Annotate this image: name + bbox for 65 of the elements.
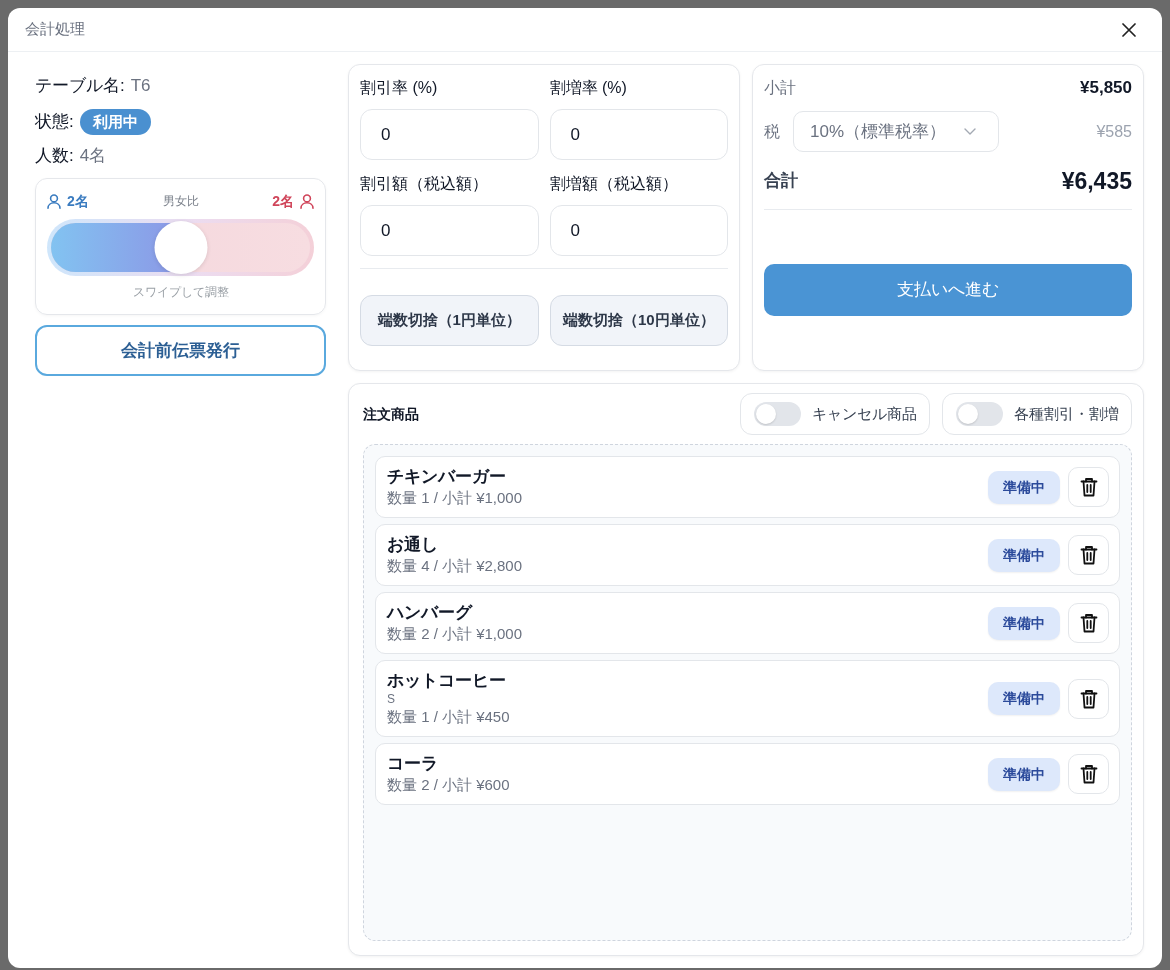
delete-button[interactable] [1068, 603, 1109, 643]
trash-icon [1079, 545, 1098, 565]
rounding-button[interactable]: 端数切捨（10円単位） [549, 295, 728, 346]
total-value: ¥6,435 [1061, 166, 1132, 196]
toggle-switch[interactable] [754, 402, 801, 426]
number-input[interactable]: 0 [549, 205, 728, 256]
field-label: 割引額（税込額） [360, 174, 489, 194]
item-option: S [387, 692, 510, 707]
item-detail: 数量 1 / 小計 ¥450 [387, 707, 510, 727]
item-status-badge: 準備中 [988, 757, 1060, 791]
trash-icon [1079, 477, 1098, 497]
item-detail: 数量 2 / 小計 ¥600 [387, 775, 510, 795]
person-icon [47, 193, 61, 209]
status-label: 状態: [35, 111, 74, 134]
chevron-down-icon [964, 128, 976, 135]
trash-icon [1079, 688, 1098, 709]
tax-value: ¥585 [1096, 121, 1132, 142]
item-detail: 数量 1 / 小計 ¥1,000 [387, 488, 523, 508]
toggle-switch[interactable] [956, 402, 1003, 426]
total-label: 合計 [764, 170, 798, 193]
delete-button[interactable] [1068, 535, 1109, 575]
trash-icon [1079, 613, 1098, 633]
trash-icon [1079, 764, 1098, 784]
number-input[interactable]: 0 [549, 109, 728, 160]
male-count: 2名 [67, 191, 89, 211]
field-label: 割増率 (%) [549, 78, 628, 98]
number-input[interactable]: 0 [360, 205, 539, 256]
slider-hint: スワイプして調整 [131, 284, 230, 300]
item-name: コーラ [387, 753, 439, 775]
number-input[interactable]: 0 [360, 109, 539, 160]
item-name: お通し [387, 534, 439, 556]
pre-bill-button[interactable]: 会計前伝票発行 [35, 325, 326, 376]
guest-count-value: 4名 [79, 145, 107, 168]
item-detail: 数量 2 / 小計 ¥1,000 [387, 624, 523, 644]
delete-button[interactable] [1068, 678, 1109, 719]
tax-label: 税 [764, 121, 780, 142]
item-status-badge: 準備中 [988, 470, 1060, 504]
orders-title: 注文商品 [363, 404, 419, 424]
field-label: 割引率 (%) [360, 78, 439, 98]
subtotal-value: ¥5,850 [1080, 77, 1132, 100]
item-name: ホットコーヒー [387, 670, 507, 692]
item-status-badge: 準備中 [988, 606, 1060, 640]
table-name-value: T6 [130, 75, 151, 98]
item-name: ハンバーグ [387, 602, 474, 624]
close-icon [1122, 22, 1136, 37]
item-status-badge: 準備中 [988, 538, 1060, 572]
delete-button[interactable] [1068, 754, 1109, 794]
ratio-slider[interactable] [47, 219, 314, 276]
tax-rate-select[interactable]: 10%（標準税率） [793, 111, 999, 152]
dialog-title: 会計処理 [25, 19, 85, 40]
filter-toggle[interactable]: キャンセル商品 [740, 393, 930, 435]
item-detail: 数量 4 / 小計 ¥2,800 [387, 556, 523, 576]
person-icon [300, 193, 314, 209]
field-label: 割増額（税込額） [549, 174, 679, 194]
filter-toggle[interactable]: 各種割引・割増 [942, 393, 1132, 435]
delete-button[interactable] [1068, 467, 1109, 507]
rounding-button[interactable]: 端数切捨（1円単位） [360, 295, 539, 346]
female-count: 2名 [272, 191, 294, 211]
ratio-title: 男女比 [162, 193, 199, 210]
item-name: チキンバーガー [387, 466, 507, 488]
status-badge: 利用中 [79, 109, 151, 135]
table-name-label: テーブル名: [35, 75, 125, 98]
item-status-badge: 準備中 [988, 682, 1060, 715]
subtotal-label: 小計 [764, 78, 796, 98]
guest-count-label: 人数: [35, 145, 74, 168]
